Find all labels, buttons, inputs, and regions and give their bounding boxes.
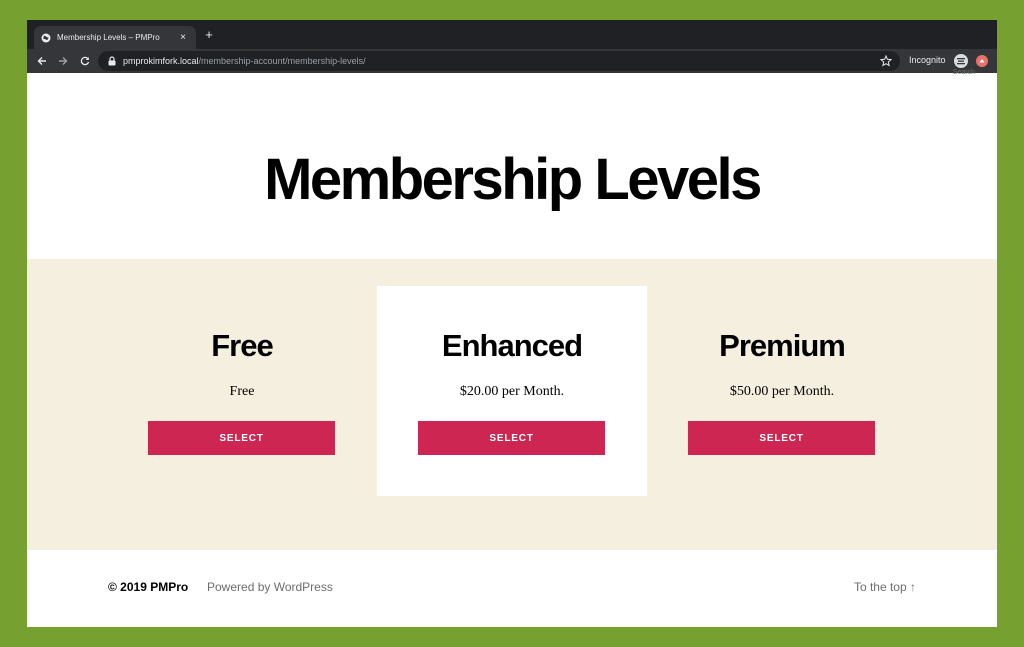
select-enhanced-button[interactable]: SELECT [418, 421, 605, 455]
select-premium-button[interactable]: SELECT [688, 421, 875, 455]
bookmark-star-icon[interactable] [880, 55, 892, 67]
profile-menu-icon[interactable] [976, 55, 988, 67]
level-price: $50.00 per Month. [729, 384, 835, 399]
select-free-button[interactable]: SELECT [148, 421, 335, 455]
tab-title: Membership Levels – PMPro [57, 33, 160, 42]
address-bar[interactable]: pmprokimfork.local /membership-account/m… [98, 51, 900, 71]
lock-icon [108, 56, 116, 66]
level-card-enhanced: Enhanced $20.00 per Month. SELECT [377, 286, 647, 496]
reload-icon [80, 56, 90, 66]
level-price: Free [229, 384, 255, 399]
incognito-glyph-icon [957, 58, 965, 65]
to-the-top-link[interactable]: To the top ↑ [854, 580, 916, 594]
level-card-premium: Premium $50.00 per Month. SELECT [647, 286, 917, 496]
level-name: Premium [719, 328, 846, 363]
arrow-up-icon [979, 59, 985, 63]
tab-strip: Membership Levels – PMPro × + [27, 20, 997, 49]
browser-tab[interactable]: Membership Levels – PMPro × [34, 26, 196, 49]
copyright-link[interactable]: © 2019 PMPro [108, 580, 188, 594]
membership-levels-section: Free Free SELECT Enhanced $20.00 per Mon… [27, 259, 997, 550]
reload-button[interactable] [76, 52, 94, 70]
web-page: Search Membership Levels Free Free SELEC… [27, 69, 997, 627]
page-title: Membership Levels [264, 147, 762, 212]
back-arrow-icon [37, 57, 46, 65]
forward-button[interactable] [54, 52, 72, 70]
forward-arrow-icon [59, 57, 68, 65]
level-name: Enhanced [441, 328, 583, 363]
level-price: $20.00 per Month. [459, 384, 565, 399]
level-card-free: Free Free SELECT [107, 286, 377, 496]
powered-by-link[interactable]: Powered by WordPress [207, 580, 333, 594]
back-button[interactable] [33, 52, 51, 70]
search-link[interactable]: Search [953, 69, 975, 76]
close-tab-icon[interactable]: × [177, 32, 189, 44]
url-host: pmprokimfork.local [123, 56, 199, 66]
browser-window: Membership Levels – PMPro × + pmprokimfo… [27, 20, 997, 627]
new-tab-button[interactable]: + [202, 27, 216, 43]
site-footer: © 2019 PMPro Powered by WordPress To the… [27, 550, 997, 627]
browser-toolbar: pmprokimfork.local /membership-account/m… [27, 49, 997, 73]
incognito-icon[interactable] [954, 54, 968, 68]
globe-icon [41, 33, 51, 42]
incognito-label: Incognito [909, 55, 946, 65]
level-name: Free [211, 328, 273, 363]
url-path: /membership-account/membership-levels/ [198, 56, 366, 66]
